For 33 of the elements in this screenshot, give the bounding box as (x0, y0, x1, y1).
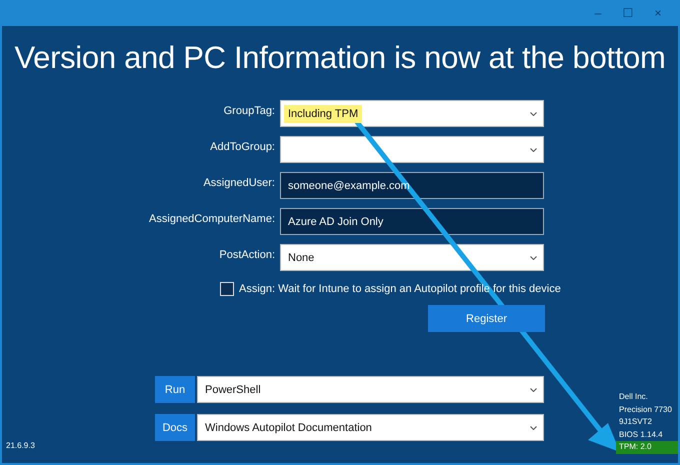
dropdown-field[interactable]: PowerShell (197, 376, 544, 403)
field-value: Windows Autopilot Documentation (204, 420, 373, 436)
register-button[interactable]: Register (428, 305, 545, 332)
field-value: Including TPM (284, 104, 362, 122)
field-label: PostAction: (218, 248, 275, 262)
caret-icon (530, 256, 537, 260)
caret-icon (530, 388, 537, 392)
field-label: AddToGroup: (209, 140, 275, 154)
field-label: GroupTag: (222, 104, 275, 118)
dropdown-field[interactable] (280, 136, 544, 163)
input-field[interactable]: Azure AD Join Only (280, 208, 544, 235)
device-info-text: TPM: 2.0 (616, 441, 678, 454)
field-label: AssignedUser: (202, 176, 275, 190)
dropdown-field[interactable]: Windows Autopilot Documentation (197, 414, 544, 441)
field-value: PowerShell (204, 382, 262, 398)
dropdown-field[interactable]: Including TPM (280, 100, 544, 127)
caret-icon (530, 148, 537, 152)
caret-icon (530, 112, 537, 116)
field-value: None (287, 250, 316, 266)
checkbox-label: Assign: Wait for Intune to assign an Autopilot profile for this device (239, 283, 561, 295)
tool-button[interactable]: Run (155, 376, 195, 403)
version-text: 21.6.9.3 (6, 440, 35, 452)
tool-button[interactable]: Docs (155, 414, 195, 441)
caret-icon (530, 426, 537, 430)
field-value: Azure AD Join Only (287, 214, 384, 230)
field-label: AssignedComputerName: (148, 212, 275, 226)
device-info-text: BIOS 1.14.4 (618, 428, 664, 440)
device-info-text: Precision 7730 (618, 404, 673, 416)
page-heading: Version and PC Information is now at the bottom (13, 40, 667, 76)
dropdown-field[interactable]: None (280, 244, 544, 271)
device-info-text: Dell Inc. (618, 391, 649, 403)
checkbox[interactable] (220, 282, 234, 296)
device-info-text: 9J1SVT2 (618, 416, 653, 428)
